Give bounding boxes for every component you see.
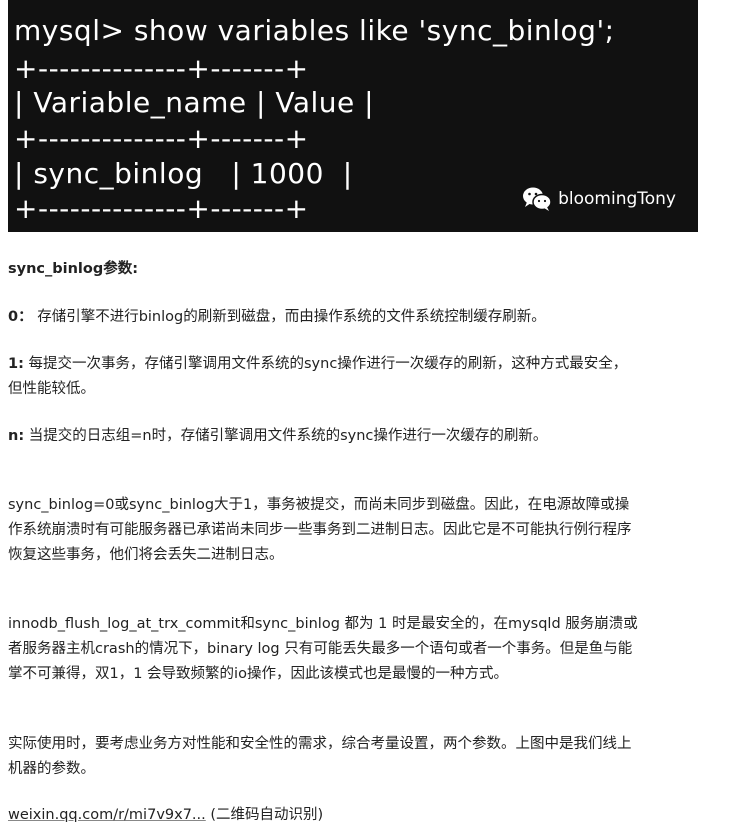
option-description: 存储引擎不进行binlog的刷新到磁盘，而由操作系统的文件系统控制缓存刷新。 <box>37 309 546 325</box>
paragraph-line: 机器的参数。 <box>8 761 95 777</box>
option-description: 但性能较低。 <box>8 381 95 397</box>
option-key: 0： <box>8 309 33 325</box>
link-note: (二维码自动识别) <box>205 807 324 823</box>
paragraph-practice: 实际使用时，要考虑业务方对性能和安全性的需求，综合考量设置，两个参数。上图中是我… <box>8 732 708 782</box>
paragraph-line: 恢复这些事务，他们将会丢失二进制日志。 <box>8 547 284 563</box>
option-n: n: 当提交的日志组=n时，存储引擎调用文件系统的sync操作进行一次缓存的刷新… <box>8 424 708 449</box>
option-key: n: <box>8 428 25 444</box>
link-line: weixin.qq.com/r/mi7v9x7... (二维码自动识别) <box>8 803 708 828</box>
terminal-table-border: +--------------+-------+ <box>14 192 309 225</box>
paragraph-line: 掌不可兼得，双1，1 会导致频繁的io操作，因此该模式也是最慢的一种方式。 <box>8 666 508 682</box>
paragraph-line: 实际使用时，要考虑业务方对性能和安全性的需求，综合考量设置，两个参数。上图中是我… <box>8 736 632 752</box>
option-description: 每提交一次事务，存储引擎调用文件系统的sync操作进行一次缓存的刷新，这种方式最… <box>28 356 628 372</box>
option-1: 1: 每提交一次事务，存储引擎调用文件系统的sync操作进行一次缓存的刷新，这种… <box>8 352 708 402</box>
paragraph-line: 者服务器主机crash的情况下，binary log 只有可能丢失最多一个语句或… <box>8 641 633 657</box>
paragraph-line: 作系统崩溃时有可能服务器已承诺尚未同步一些事务到二进制日志。因此它是不可能执行例… <box>8 522 632 538</box>
terminal-table-row: | sync_binlog | 1000 | <box>14 157 353 190</box>
option-key: 1: <box>8 356 24 372</box>
wechat-icon <box>522 186 552 212</box>
watermark-text: bloomingTony <box>558 189 676 209</box>
terminal-table-border: +--------------+-------+ <box>14 52 309 85</box>
wechat-link[interactable]: weixin.qq.com/r/mi7v9x7... <box>8 807 206 823</box>
paragraph-line: innodb_flush_log_at_trx_commit和sync_binl… <box>8 616 638 632</box>
terminal-command-line: mysql> show variables like 'sync_binlog'… <box>14 14 615 47</box>
section-heading: sync_binlog参数: <box>8 261 139 277</box>
paragraph-sync-binlog-risk: sync_binlog=0或sync_binlog大于1，事务被提交，而尚未同步… <box>8 493 708 568</box>
terminal-table-border: +--------------+-------+ <box>14 122 309 155</box>
watermark: bloomingTony <box>522 186 676 212</box>
terminal-table-header: | Variable_name | Value | <box>14 86 375 119</box>
paragraph-line: sync_binlog=0或sync_binlog大于1，事务被提交，而尚未同步… <box>8 497 630 513</box>
option-0: 0： 存储引擎不进行binlog的刷新到磁盘，而由操作系统的文件系统控制缓存刷新… <box>8 305 708 330</box>
paragraph-double-one: innodb_flush_log_at_trx_commit和sync_binl… <box>8 612 708 687</box>
option-description: 当提交的日志组=n时，存储引擎调用文件系统的sync操作进行一次缓存的刷新。 <box>28 428 548 444</box>
terminal-screenshot: mysql> show variables like 'sync_binlog'… <box>8 0 698 232</box>
